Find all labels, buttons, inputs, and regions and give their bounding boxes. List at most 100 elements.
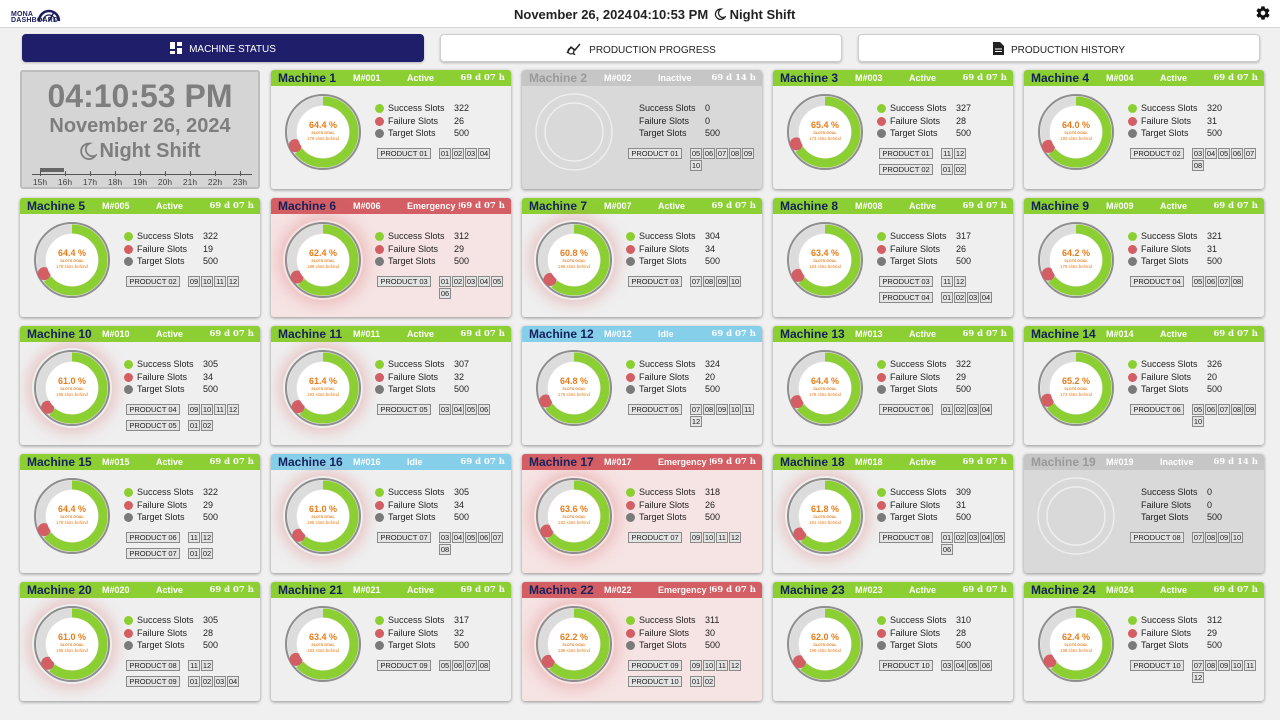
slots-gauge: 63.4 % SLOTS GOAL 183 slots behind <box>283 604 363 684</box>
machine-card[interactable]: Machine 8 M#008 Active 69 d 07 h 63.4 % SLOTS… <box>773 198 1013 317</box>
legend-target-row: Target Slots 500 <box>375 128 485 140</box>
legend-failure-value: 29 <box>956 371 967 382</box>
product-slots: 01 02 03 04 <box>941 404 1007 416</box>
slot-chip: 03 <box>967 404 979 415</box>
gauge-goal-label: SLOTS GOAL <box>813 643 837 647</box>
product-name: PRODUCT 03 <box>377 276 431 287</box>
machine-uptime: 69 d 07 h <box>460 73 505 83</box>
product-name: PRODUCT 02 <box>879 164 933 175</box>
machine-uptime: 69 d 07 h <box>209 457 254 467</box>
legend-success-row: Success Slots 322 <box>375 103 485 115</box>
machine-card[interactable]: Machine 10 M#010 Active 69 d 07 h 61.0 % SLOT… <box>20 326 260 445</box>
grid-icon <box>170 42 183 54</box>
slot-chip: 06 <box>703 148 715 159</box>
shift-progress-bar <box>40 168 64 172</box>
gauge-behind-text: 195 slots behind <box>307 520 339 525</box>
header-time: 04:10:53 PM <box>633 7 709 22</box>
app-logo[interactable]: MONA DASHBOARD <box>10 3 66 25</box>
gauge-center-text: 61.4 % SLOTS GOAL 193 slots behind <box>283 376 363 397</box>
slot-chip: 11 <box>1244 660 1256 671</box>
machine-card[interactable]: Machine 20 M#020 Active 69 d 07 h 61.0 % SLOT… <box>20 582 260 701</box>
machine-id: M#017 <box>604 457 632 467</box>
machine-card[interactable]: Machine 23 M#023 Active 69 d 07 h 62.0 % SLOT… <box>773 582 1013 701</box>
machine-card[interactable]: Machine 24 M#024 Active 69 d 07 h 62.4 % SLOT… <box>1024 582 1264 701</box>
machine-card[interactable]: Machine 17 M#017 Emergency ! 69 d 07 h 63.6 … <box>522 454 762 573</box>
slot-chip: 11 <box>188 532 200 543</box>
machine-card[interactable]: Machine 21 M#021 Active 69 d 07 h 63.4 % SLOT… <box>271 582 511 701</box>
machine-id: M#024 <box>1106 585 1134 595</box>
legend-failure-dot <box>1128 372 1137 382</box>
machine-card[interactable]: Machine 6 M#006 Emergency ! 69 d 07 h 62.4 %… <box>271 198 511 317</box>
machine-name: Machine 14 <box>1031 327 1096 341</box>
legend-success-dot <box>124 488 133 497</box>
slot-chip: 09 <box>716 276 728 287</box>
slots-gauge: 65.2 % SLOTS GOAL 174 slots behind <box>1036 348 1116 428</box>
machine-card[interactable]: Machine 7 M#007 Active 69 d 07 h 60.8 % SLOTS… <box>522 198 762 317</box>
machine-card[interactable]: Machine 12 M#012 Idle 69 d 07 h 64.8 % SLOTS … <box>522 326 762 445</box>
tab-production-history[interactable]: PRODUCTION HISTORY <box>858 34 1260 62</box>
legend-failure-dot <box>626 244 635 254</box>
product-slots: 05 06 07 08 09 10 <box>690 148 756 172</box>
machine-card[interactable]: Machine 18 M#018 Active 69 d 07 h 61.8 % SLOT… <box>773 454 1013 573</box>
machine-card[interactable]: Machine 14 M#014 Active 69 d 07 h 65.2 % SLOT… <box>1024 326 1264 445</box>
legend-target-row: Target Slots 500 <box>124 512 234 524</box>
machine-card[interactable]: Machine 2 M#002 Inactive 69 d 14 h Success S… <box>522 70 762 189</box>
machine-id: M#015 <box>102 457 130 467</box>
machine-uptime: 69 d 07 h <box>1213 201 1258 211</box>
shift-clock-panel: 04:10:53 PM November 26, 2024 Night Shif… <box>20 70 260 189</box>
legend-target-label: Target Slots <box>388 128 436 139</box>
gauge-goal-label: SLOTS GOAL <box>562 387 586 391</box>
machine-card[interactable]: Machine 15 M#015 Active 69 d 07 h 64.4 % SLOT… <box>20 454 260 573</box>
machine-card-header: Machine 13 M#013 Active 69 d 07 h <box>773 326 1013 342</box>
machine-name: Machine 15 <box>27 455 92 469</box>
machine-card[interactable]: Machine 3 M#003 Active 69 d 07 h 65.4 % SLOTS… <box>773 70 1013 189</box>
legend-target-label: Target Slots <box>388 640 436 651</box>
legend-failure-dot <box>1128 244 1137 254</box>
gauge-goal-label: SLOTS GOAL <box>1064 387 1088 391</box>
machine-uptime: 69 d 07 h <box>1213 585 1258 595</box>
legend-target-value: 500 <box>956 640 972 651</box>
machine-name: Machine 21 <box>278 583 343 597</box>
tab-production-progress[interactable]: PRODUCTION PROGRESS <box>440 34 842 62</box>
legend-target-dot <box>626 641 635 651</box>
machine-card[interactable]: Machine 16 M#016 Idle 69 d 07 h 61.0 % SLOTS … <box>271 454 511 573</box>
machine-card[interactable]: Machine 22 M#022 Emergency ! 69 d 07 h 62.2 … <box>522 582 762 701</box>
legend-success-label: Success Slots <box>1141 103 1198 113</box>
product-slots: 09 10 11 12 <box>188 404 254 416</box>
machine-card[interactable]: Machine 9 M#009 Active 69 d 07 h 64.2 % SLOTS… <box>1024 198 1264 317</box>
slot-chip: 09 <box>188 276 200 287</box>
slot-chip: 01 <box>941 292 953 303</box>
gauge-center-text: 60.8 % SLOTS GOAL 196 slots behind <box>534 248 614 269</box>
legend-failure-value: 28 <box>956 627 967 638</box>
machine-uptime: 69 d 07 h <box>209 201 254 211</box>
gauge-goal-label: SLOTS GOAL <box>311 387 335 391</box>
legend-success-dot <box>877 360 886 369</box>
legend-target-dot <box>877 513 886 523</box>
legend-target-row: Target Slots 500 <box>626 256 736 268</box>
machine-card[interactable]: Machine 1 M#001 Active 69 d 07 h 64.4 % SLOTS… <box>271 70 511 189</box>
machine-card[interactable]: Machine 19 M#019 Inactive 69 d 14 h Success … <box>1024 454 1264 573</box>
slot-chip: 08 <box>1231 276 1243 287</box>
machine-card[interactable]: Machine 13 M#013 Active 69 d 07 h 64.4 % SLOT… <box>773 326 1013 445</box>
legend-success-label: Success Slots <box>639 231 696 241</box>
machine-card[interactable]: Machine 5 M#005 Active 69 d 07 h 64.4 % SLOTS… <box>20 198 260 317</box>
legend-failure-label: Failure Slots <box>388 371 439 382</box>
machine-name: Machine 10 <box>27 327 92 341</box>
gauge-behind-text: 176 slots behind <box>558 392 590 397</box>
legend-success-value: 321 <box>1207 231 1223 241</box>
legend-success-value: 312 <box>1207 615 1223 625</box>
legend-failure-value: 34 <box>203 371 214 382</box>
product-name: PRODUCT 01 <box>628 148 682 159</box>
slot-chip: 08 <box>729 148 741 159</box>
legend-success-row: Success Slots 312 <box>375 231 485 243</box>
legend-target-row: Target Slots 500 <box>1128 128 1238 140</box>
machine-card[interactable]: Machine 11 M#011 Active 69 d 07 h 61.4 % SLOT… <box>271 326 511 445</box>
tab-machine-status[interactable]: MACHINE STATUS <box>22 34 424 62</box>
machine-card-header: Machine 1 M#001 Active 69 d 07 h <box>271 70 511 86</box>
machine-card-header: Machine 23 M#023 Active 69 d 07 h <box>773 582 1013 598</box>
machine-card[interactable]: Machine 4 M#004 Active 69 d 07 h 64.0 % SLOTS… <box>1024 70 1264 189</box>
legend-success-dot <box>1128 616 1137 625</box>
product-slots: 11 12 <box>188 660 254 672</box>
gear-icon[interactable] <box>1255 5 1271 21</box>
legend-failure-dot <box>375 628 384 638</box>
